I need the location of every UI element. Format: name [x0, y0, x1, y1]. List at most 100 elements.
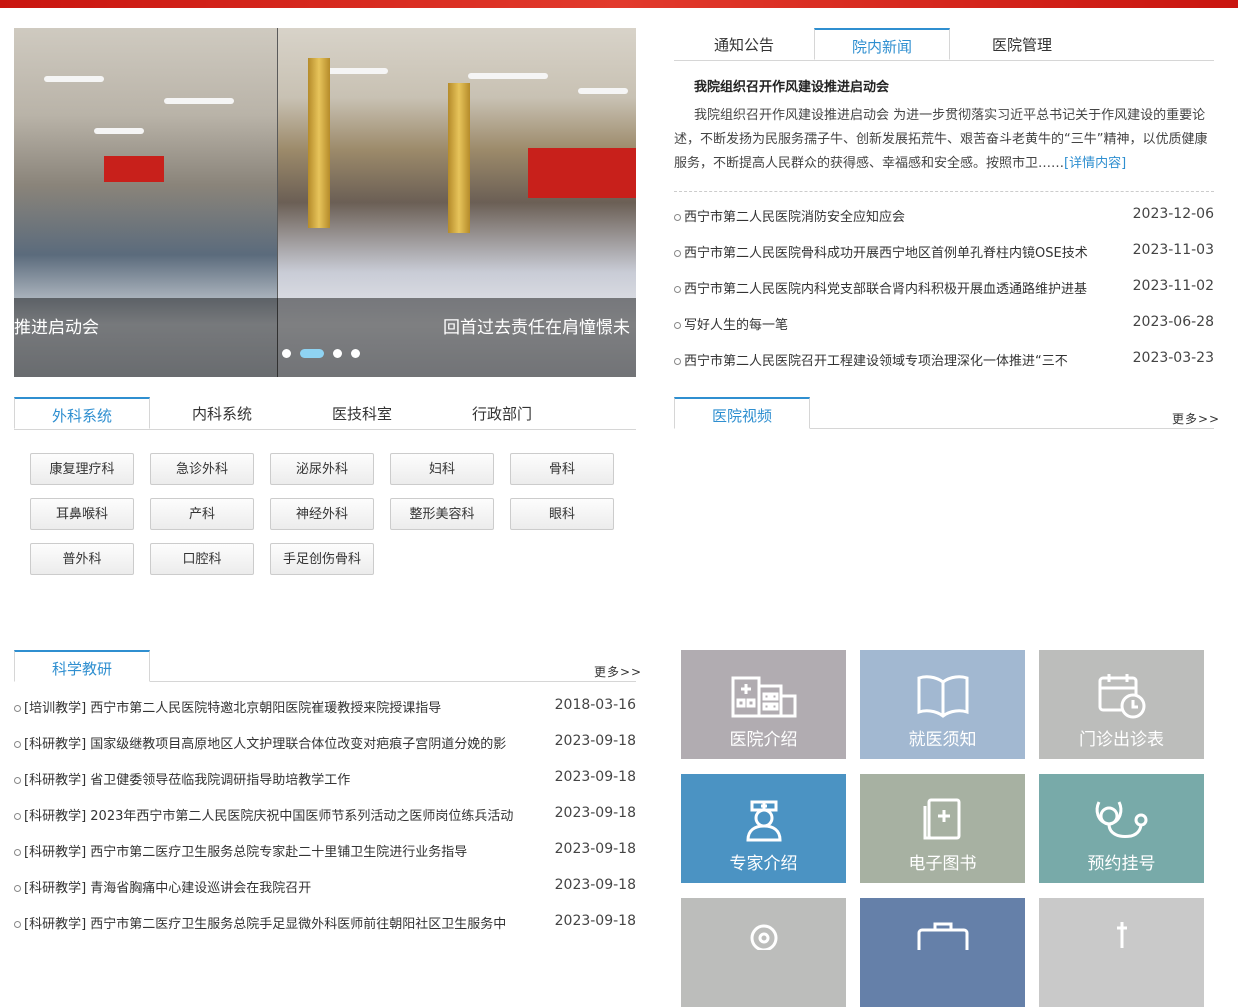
tab-notices[interactable]: 通知公告 [674, 28, 814, 60]
slide-caption-2: 回首过去责任在肩憧憬未 [443, 318, 630, 338]
list-item[interactable]: [科研教学] 省卫健委领导莅临我院调研指导助培教学工作 2023-09-18 [14, 769, 636, 805]
list-item-title[interactable]: 西宁市第二人民医院内科党支部联合肾内科积极开展血透通路维护进基 [674, 278, 1119, 297]
list-item-title[interactable]: [科研教学] 省卫健委领导莅临我院调研指导助培教学工作 [14, 769, 549, 788]
list-item-text[interactable]: 西宁市第二人民医院内科党支部联合肾内科积极开展血透通路维护进基 [684, 282, 1087, 297]
list-item-title[interactable]: [培训教学] 西宁市第二人民医院特邀北京朝阳医院崔瑗教授来院授课指导 [14, 697, 549, 716]
list-item-title[interactable]: [科研教学] 2023年西宁市第二人民医院庆祝中国医师节系列活动之医师岗位练兵活… [14, 805, 549, 824]
department-button[interactable]: 普外科 [30, 543, 134, 575]
department-button[interactable]: 急诊外科 [150, 453, 254, 485]
research-list: [培训教学] 西宁市第二人民医院特邀北京朝阳医院崔瑗教授来院授课指导 2018-0… [14, 697, 636, 949]
list-item[interactable]: [科研教学] 青海省胸痛中心建设巡讲会在我院召开 2023-09-18 [14, 877, 636, 913]
quick-link-tile[interactable]: 预约挂号 [1039, 774, 1204, 883]
department-button[interactable]: 康复理疗科 [30, 453, 134, 485]
list-item-title[interactable]: 西宁市第二人民医院召开工程建设领域专项治理深化一体推进“三不 [674, 350, 1119, 369]
slider-dot[interactable] [351, 349, 360, 358]
list-item[interactable]: 西宁市第二人民医院召开工程建设领域专项治理深化一体推进“三不 2023-03-23 [674, 350, 1214, 386]
bullet-icon [14, 741, 21, 748]
list-item-date: 2023-12-06 [1132, 206, 1214, 222]
tab-hospital-news[interactable]: 院内新闻 [814, 28, 950, 60]
tab-medical-technology[interactable]: 医技科室 [294, 397, 430, 429]
slider-dot-active[interactable] [300, 349, 324, 358]
list-item-title[interactable]: 西宁市第二人民医院消防安全应知应会 [674, 206, 1119, 225]
list-item-text[interactable]: [科研教学] 西宁市第二医疗卫生服务总院专家赴二十里铺卫生院进行业务指导 [24, 845, 467, 860]
list-item[interactable]: [科研教学] 2023年西宁市第二人民医院庆祝中国医师节系列活动之医师岗位练兵活… [14, 805, 636, 841]
department-button[interactable]: 产科 [150, 498, 254, 530]
department-button[interactable]: 妇科 [390, 453, 494, 485]
list-item-title[interactable]: 写好人生的每一笔 [674, 314, 1119, 333]
slider-dot[interactable] [282, 349, 291, 358]
news-summary-text: 我院组织召开作风建设推进启动会 为进一步贯彻落实习近平总书记关于作风建设的重要论… [674, 108, 1208, 171]
list-item-text[interactable]: [科研教学] 国家级继教项目高原地区人文护理联合体位改变对疤痕子宫阴道分娩的影 [24, 737, 506, 752]
research-more-link[interactable]: 更多>> [594, 663, 642, 680]
news-headline[interactable]: 我院组织召开作风建设推进启动会 [694, 76, 889, 95]
department-button[interactable]: 耳鼻喉科 [30, 498, 134, 530]
list-item-title[interactable]: [科研教学] 青海省胸痛中心建设巡讲会在我院召开 [14, 877, 549, 896]
list-item[interactable]: [科研教学] 西宁市第二医疗卫生服务总院手足显微外科医师前往朝阳社区卫生服务中 2… [14, 913, 636, 949]
department-button[interactable]: 眼科 [510, 498, 614, 530]
department-button[interactable]: 泌尿外科 [270, 453, 374, 485]
bullet-icon [14, 849, 21, 856]
department-tabs: 外科系统 内科系统 医技科室 行政部门 [14, 397, 636, 430]
quick-link-tile[interactable] [860, 898, 1025, 1007]
list-item-date: 2023-09-18 [554, 769, 636, 785]
list-item[interactable]: 西宁市第二人民医院消防安全应知应会 2023-12-06 [674, 206, 1214, 242]
list-item-date: 2023-09-18 [554, 805, 636, 821]
list-item-title[interactable]: [科研教学] 西宁市第二医疗卫生服务总院专家赴二十里铺卫生院进行业务指导 [14, 841, 549, 860]
list-item-date: 2023-09-18 [554, 841, 636, 857]
top-red-bar [0, 0, 1238, 8]
list-item-text[interactable]: 西宁市第二人民医院消防安全应知应会 [684, 210, 905, 225]
tab-administration[interactable]: 行政部门 [430, 397, 574, 429]
video-more-link[interactable]: 更多>> [1172, 410, 1220, 427]
slide-caption-1: 推进启动会 [14, 318, 99, 338]
list-item-title[interactable]: 西宁市第二人民医院骨科成功开展西宁地区首例单孔脊柱内镜OSE技术 [674, 242, 1119, 261]
list-item-text[interactable]: [科研教学] 2023年西宁市第二人民医院庆祝中国医师节系列活动之医师岗位练兵活… [24, 809, 513, 824]
list-item-title[interactable]: [科研教学] 国家级继教项目高原地区人文护理联合体位改变对疤痕子宫阴道分娩的影 [14, 733, 549, 752]
list-item-title[interactable]: [科研教学] 西宁市第二医疗卫生服务总院手足显微外科医师前往朝阳社区卫生服务中 [14, 913, 549, 932]
news-list: 西宁市第二人民医院消防安全应知应会 2023-12-06 西宁市第二人民医院骨科成功… [674, 206, 1214, 386]
list-item-text[interactable]: 写好人生的每一笔 [684, 318, 788, 333]
bullet-icon [674, 322, 681, 329]
list-item[interactable]: [培训教学] 西宁市第二人民医院特邀北京朝阳医院崔瑗教授来院授课指导 2018-0… [14, 697, 636, 733]
quick-link-tile[interactable]: 电子图书 [860, 774, 1025, 883]
quick-link-label: 门诊出诊表 [1079, 730, 1164, 750]
list-item-text[interactable]: [科研教学] 青海省胸痛中心建设巡讲会在我院召开 [24, 881, 311, 896]
list-item[interactable]: [科研教学] 西宁市第二医疗卫生服务总院专家赴二十里铺卫生院进行业务指导 2023… [14, 841, 636, 877]
news-detail-link[interactable]: [详情内容] [1064, 156, 1126, 171]
slider-dot[interactable] [333, 349, 342, 358]
quick-link-tile[interactable]: 医院介绍 [681, 650, 846, 759]
quick-link-tile[interactable]: 门诊出诊表 [1039, 650, 1204, 759]
tab-research[interactable]: 科学教研 [14, 650, 150, 682]
list-item-date: 2023-09-18 [554, 733, 636, 749]
list-item[interactable]: 写好人生的每一笔 2023-06-28 [674, 314, 1214, 350]
quick-link-tile[interactable]: 就医须知 [860, 650, 1025, 759]
list-item[interactable]: [科研教学] 国家级继教项目高原地区人文护理联合体位改变对疤痕子宫阴道分娩的影 2… [14, 733, 636, 769]
bullet-icon [14, 885, 21, 892]
news-summary: 我院组织召开作风建设推进启动会 为进一步贯彻落实习近平总书记关于作风建设的重要论… [674, 104, 1214, 188]
bullet-icon [14, 921, 21, 928]
quick-link-tile[interactable] [1039, 898, 1204, 1007]
quick-link-tile[interactable] [681, 898, 846, 1007]
photo-slider[interactable]: 推进启动会 回首过去责任在肩憧憬未 [14, 28, 636, 377]
quick-link-label: 医院介绍 [729, 730, 798, 750]
list-item-text[interactable]: [科研教学] 西宁市第二医疗卫生服务总院手足显微外科医师前往朝阳社区卫生服务中 [24, 917, 506, 932]
department-button[interactable]: 神经外科 [270, 498, 374, 530]
list-item[interactable]: 西宁市第二人民医院内科党支部联合肾内科积极开展血透通路维护进基 2023-11-0… [674, 278, 1214, 314]
tab-internal-medicine[interactable]: 内科系统 [150, 397, 294, 429]
list-item[interactable]: 西宁市第二人民医院骨科成功开展西宁地区首例单孔脊柱内镜OSE技术 2023-11-… [674, 242, 1214, 278]
department-button[interactable]: 手足创伤骨科 [270, 543, 374, 575]
quick-link-tile[interactable]: 专家介绍 [681, 774, 846, 883]
tab-hospital-video[interactable]: 医院视频 [674, 397, 810, 429]
tab-surgery-system[interactable]: 外科系统 [14, 397, 150, 429]
department-button[interactable]: 骨科 [510, 453, 614, 485]
list-item-text[interactable]: 西宁市第二人民医院召开工程建设领域专项治理深化一体推进“三不 [684, 354, 1068, 369]
list-item-text[interactable]: 西宁市第二人民医院骨科成功开展西宁地区首例单孔脊柱内镜OSE技术 [684, 246, 1088, 261]
slider-dots [282, 349, 360, 358]
list-item-text[interactable]: [科研教学] 省卫健委领导莅临我院调研指导助培教学工作 [24, 773, 350, 788]
list-item-text[interactable]: [培训教学] 西宁市第二人民医院特邀北京朝阳医院崔瑗教授来院授课指导 [24, 701, 441, 716]
tab-hospital-management[interactable]: 医院管理 [950, 28, 1094, 60]
quick-link-label: 就医须知 [908, 730, 977, 750]
department-button[interactable]: 口腔科 [150, 543, 254, 575]
department-button[interactable]: 整形美容科 [390, 498, 494, 530]
bullet-icon [674, 286, 681, 293]
list-item-date: 2023-11-02 [1132, 278, 1214, 294]
